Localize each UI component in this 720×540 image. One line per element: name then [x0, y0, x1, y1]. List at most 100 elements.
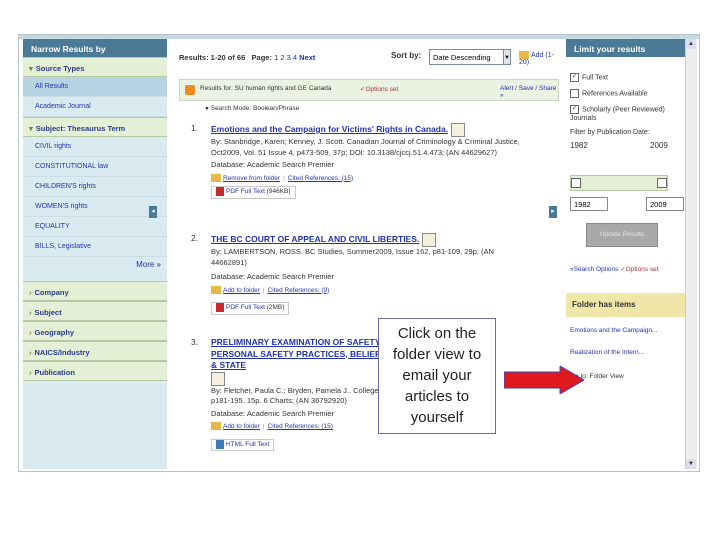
- folder-icon: [211, 422, 221, 431]
- pdf-full-text-link[interactable]: PDF Full Text (946KB): [211, 186, 296, 199]
- result-title-link[interactable]: THE BC COURT OF APPEAL AND CIVIL LIBERTI…: [211, 234, 419, 244]
- more-subjects-link[interactable]: More »: [23, 257, 167, 281]
- update-results-button[interactable]: Update Results: [586, 223, 658, 247]
- checkbox-icon: [570, 89, 579, 98]
- scholarly-checkbox[interactable]: ✓ Scholarly (Peer Reviewed) Journals: [570, 105, 682, 123]
- facet-naics-industry[interactable]: › NAICS/Industry: [23, 341, 167, 361]
- folder-icon: [519, 51, 529, 59]
- html-icon: [216, 439, 224, 449]
- date-range-slider[interactable]: [570, 175, 668, 191]
- pub-date-label: Filter by Publication Date:: [570, 129, 650, 136]
- facet-company[interactable]: › Company: [23, 281, 167, 301]
- cited-references-link[interactable]: Cited References: (15): [288, 175, 353, 182]
- subject-civil-rights[interactable]: CIVIL rights: [23, 137, 167, 157]
- collapse-right-icon[interactable]: ▸: [549, 206, 557, 218]
- add-all-to-folder-link[interactable]: Add (1-20): [519, 51, 563, 66]
- result-citation-2: 44662891): [211, 257, 247, 267]
- subject-bills-legislative[interactable]: BILLS, Legislative: [23, 237, 167, 257]
- folder-icon: [211, 173, 221, 182]
- pdf-icon: [216, 303, 224, 312]
- search-options-link[interactable]: »Search Options: [570, 266, 618, 273]
- checkbox-checked-icon: ✓: [570, 105, 579, 114]
- folder-items: Emotions and the Campaign... Realization…: [566, 317, 688, 435]
- result-citation: By: LAMBERTSON, ROSS. BC Studies, Summer…: [211, 247, 494, 256]
- result-number: 3.: [191, 337, 199, 347]
- browser-frame: Narrow Results by ▾ Source Types All Resu…: [18, 34, 700, 472]
- remove-from-folder-link[interactable]: Remove from folder: [223, 175, 280, 182]
- result-citation: By: Stanbridge, Karen; Kenney, J. Scott.…: [211, 137, 520, 146]
- preview-icon[interactable]: [451, 123, 466, 137]
- html-full-text-link[interactable]: HTML Full Text: [211, 438, 275, 452]
- scroll-down-icon[interactable]: ▼: [686, 459, 696, 469]
- page-3-link[interactable]: 3: [287, 53, 291, 62]
- chevron-right-icon: ›: [29, 328, 32, 337]
- instruction-callout: Click on the folder view to email your a…: [378, 318, 496, 434]
- page-4-link[interactable]: 4: [293, 53, 297, 62]
- references-checkbox[interactable]: References Available: [570, 89, 648, 98]
- cited-references-link[interactable]: Cited References: (9): [268, 287, 330, 294]
- options-set-badge: ✓Options set: [360, 86, 399, 93]
- chevron-down-icon: ▾: [29, 124, 33, 133]
- folder-header: Folder has items: [566, 293, 688, 317]
- slider-min-handle[interactable]: [571, 178, 581, 188]
- options-set-badge: ✓Options set: [620, 266, 659, 273]
- subject-constitutional-law[interactable]: CONSTITUTIONAL law: [23, 157, 167, 177]
- date-max-label: 2009: [650, 141, 668, 150]
- subject-womens-rights[interactable]: WOMEN'S rights: [23, 197, 167, 217]
- collapse-left-icon[interactable]: ◂: [149, 206, 157, 218]
- facet-publication[interactable]: › Publication: [23, 361, 167, 381]
- search-options-row: »Search Options ✓Options set: [570, 265, 659, 273]
- limit-results-panel: Limit your results ✓ Full Text References…: [566, 39, 688, 469]
- subject-thesaurus-header[interactable]: ▾ Subject: Thesaurus Term: [23, 117, 167, 137]
- chevron-right-icon: ›: [29, 288, 32, 297]
- red-arrow-icon: [504, 366, 584, 394]
- result-number: 2.: [191, 233, 199, 243]
- scroll-up-icon[interactable]: ▲: [686, 39, 696, 49]
- slider-max-handle[interactable]: [657, 178, 667, 188]
- folder-icon: [211, 285, 221, 294]
- result-database: Database: Academic Search Premier: [211, 272, 334, 281]
- rss-icon[interactable]: [185, 85, 195, 95]
- subject-equality[interactable]: EQUALITY: [23, 217, 167, 237]
- alert-save-share-link[interactable]: Alert / Save / Share »: [500, 85, 558, 99]
- folder-item-link[interactable]: Emotions and the Campaign...: [570, 327, 657, 334]
- facet-subject[interactable]: › Subject: [23, 301, 167, 321]
- vertical-scrollbar[interactable]: ▲ ▼: [685, 39, 697, 469]
- chevron-right-icon: ›: [29, 308, 32, 317]
- page-1: 1: [274, 53, 279, 62]
- chevron-right-icon: ›: [29, 348, 32, 357]
- date-from-input[interactable]: 1982: [570, 197, 608, 211]
- page-2-link[interactable]: 2: [280, 53, 284, 62]
- cited-references-link[interactable]: Cited References: (15): [268, 423, 333, 430]
- result-citation-2: Oct2009, Vol. 51 Issue 4, p473-509, 37p;…: [211, 147, 498, 157]
- source-academic-journal[interactable]: Academic Journal: [23, 97, 167, 117]
- result-database: Database: Academic Search Premier: [211, 160, 334, 169]
- folder-item-link[interactable]: Realization of the Intern...: [570, 349, 644, 356]
- chevron-down-icon[interactable]: ▼: [503, 49, 511, 65]
- result-number: 1.: [191, 123, 199, 133]
- checkbox-checked-icon: ✓: [570, 73, 579, 82]
- date-min-label: 1982: [570, 141, 588, 150]
- facet-geography[interactable]: › Geography: [23, 321, 167, 341]
- narrow-results-panel: Narrow Results by ▾ Source Types All Resu…: [23, 39, 167, 469]
- results-list: Results: 1-20 of 66 Page: 1 2 3 4 Next S…: [171, 39, 563, 469]
- source-types-header[interactable]: ▾ Source Types: [23, 57, 167, 77]
- limit-results-header: Limit your results: [566, 39, 688, 57]
- result-title-link[interactable]: Emotions and the Campaign for Victims' R…: [211, 124, 448, 134]
- add-to-folder-link[interactable]: Add to folder: [223, 423, 260, 430]
- full-text-checkbox[interactable]: ✓ Full Text: [570, 73, 608, 82]
- results-feed-bar: Results for: SU human rights and GE Cana…: [179, 79, 559, 101]
- pdf-full-text-link[interactable]: PDF Full Text (2MB): [211, 302, 290, 315]
- search-mode-text: ● Search Mode: Boolean/Phrase: [205, 105, 300, 112]
- pdf-icon: [216, 187, 224, 196]
- sort-label: Sort by:: [391, 51, 422, 60]
- source-all-results[interactable]: All Results: [23, 77, 167, 97]
- subject-childrens-rights[interactable]: CHILDREN'S rights: [23, 177, 167, 197]
- date-to-input[interactable]: 2009: [646, 197, 684, 211]
- add-to-folder-link[interactable]: Add to folder: [223, 287, 260, 294]
- sort-select[interactable]: Date Descending: [429, 49, 509, 65]
- preview-icon[interactable]: [211, 371, 225, 386]
- next-page-link[interactable]: Next: [299, 53, 315, 62]
- narrow-results-header: Narrow Results by: [23, 39, 167, 57]
- preview-icon[interactable]: [422, 233, 437, 247]
